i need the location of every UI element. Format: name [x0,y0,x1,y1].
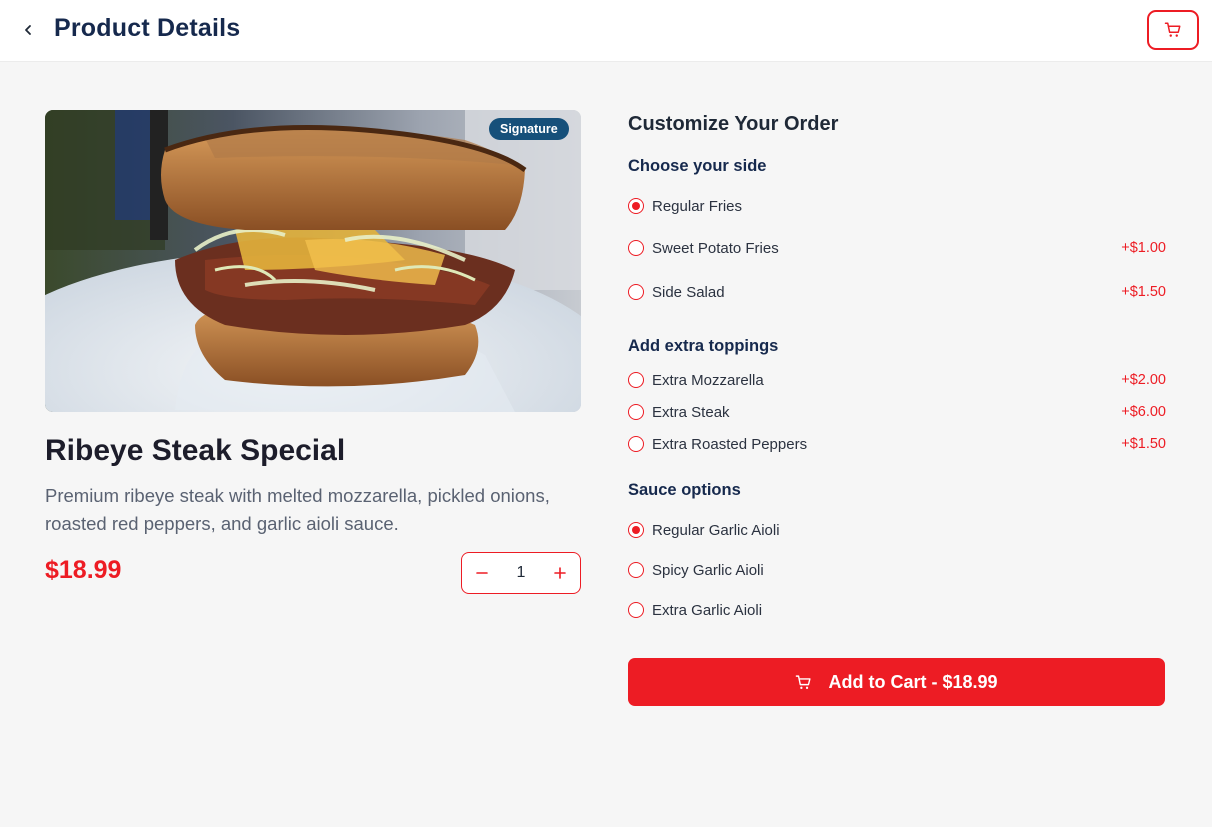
option-price: +$2.00 [1121,372,1166,388]
topping-option[interactable]: Extra Roasted Peppers +$1.50 [626,432,1166,456]
cart-icon [796,674,812,689]
quantity-increase-button[interactable] [540,553,580,592]
option-price: +$1.50 [1121,284,1166,300]
radio-button[interactable] [628,562,644,578]
option-label: Regular Garlic Aioli [652,521,780,539]
signature-badge: Signature [489,118,569,140]
product-price: $18.99 [45,556,122,584]
option-label: Extra Mozzarella [652,371,764,389]
option-price: +$1.50 [1121,436,1166,452]
option-label: Side Salad [652,283,725,301]
cart-icon [1164,22,1181,37]
side-option[interactable]: Regular Fries [626,194,1166,218]
sauce-option[interactable]: Regular Garlic Aioli [626,518,1166,542]
back-button[interactable] [14,16,42,44]
sauce-option[interactable]: Spicy Garlic Aioli [626,558,1166,582]
radio-button[interactable] [628,436,644,452]
add-to-cart-label: Add to Cart - $18.99 [828,671,998,692]
option-price: +$6.00 [1121,404,1166,420]
option-label: Sweet Potato Fries [652,239,779,257]
add-to-cart-button[interactable]: Add to Cart - $18.99 [628,658,1165,706]
minus-icon [476,571,488,574]
radio-button[interactable] [628,198,644,214]
quantity-decrease-button[interactable] [462,553,502,592]
option-price: +$1.00 [1121,240,1166,256]
plus-icon [554,566,566,579]
product-description: Premium ribeye steak with melted mozzare… [45,485,550,534]
toppings-section-title: Add extra toppings [628,337,779,355]
product-image [45,110,581,412]
topping-option[interactable]: Extra Mozzarella +$2.00 [626,368,1166,392]
radio-button[interactable] [628,372,644,388]
radio-button[interactable] [628,284,644,300]
radio-button[interactable] [628,404,644,420]
radio-button[interactable] [628,522,644,538]
option-label: Extra Steak [652,403,730,421]
option-label: Extra Garlic Aioli [652,601,763,619]
option-label: Spicy Garlic Aioli [652,561,764,579]
side-option[interactable]: Sweet Potato Fries +$1.00 [626,236,1166,260]
option-label: Regular Fries [652,197,743,215]
page-title: Product Details [54,14,241,42]
cart-button[interactable] [1147,10,1199,50]
option-label: Extra Roasted Peppers [652,435,808,453]
sauces-section-title: Sauce options [628,481,741,499]
header: Product Details [0,0,1212,62]
sides-section-title: Choose your side [628,157,767,175]
chevron-left-icon [25,25,31,35]
radio-button[interactable] [628,240,644,256]
sauce-option[interactable]: Extra Garlic Aioli [626,598,1166,622]
customize-title: Customize Your Order [628,113,839,135]
topping-option[interactable]: Extra Steak +$6.00 [626,400,1166,424]
quantity-value: 1 [516,564,526,581]
product-name: Ribeye Steak Special [45,434,346,467]
side-option[interactable]: Side Salad +$1.50 [626,280,1166,304]
quantity-stepper: 1 [461,552,581,594]
radio-button[interactable] [628,602,644,618]
